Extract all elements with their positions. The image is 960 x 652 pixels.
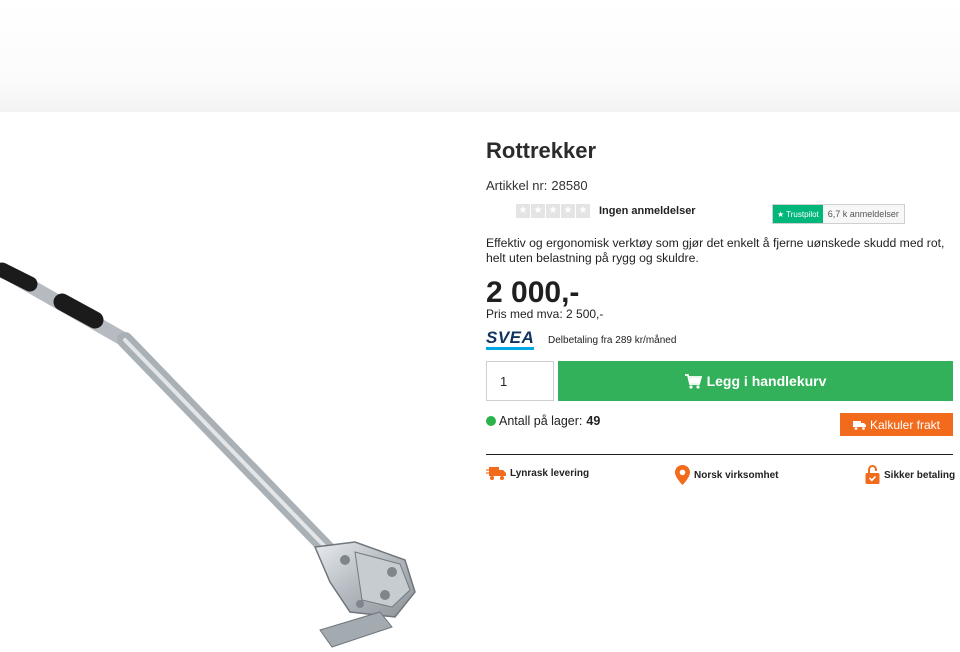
svea-logo: SVEA bbox=[486, 329, 536, 351]
svea-underline bbox=[486, 347, 534, 350]
stock-label: Antall på lager: bbox=[499, 414, 583, 428]
trustpilot-label: Trustpilot bbox=[786, 209, 819, 219]
sku-label: Artikkel nr: bbox=[486, 178, 548, 193]
rating-stars[interactable]: ★ ★ ★ ★ ★ bbox=[516, 204, 590, 218]
usp-label: Norsk virksomhet bbox=[694, 469, 779, 481]
calculate-freight-button[interactable]: Kalkuler frakt bbox=[840, 413, 953, 436]
stock-value: 49 bbox=[586, 414, 601, 428]
quantity-input[interactable] bbox=[486, 361, 554, 401]
cart-icon bbox=[684, 373, 702, 389]
stock-info: Antall på lager: 49 bbox=[499, 414, 600, 428]
product-image bbox=[0, 262, 416, 648]
product-description: Effektiv og ergonomisk verktøy som gjør … bbox=[486, 236, 945, 265]
add-to-cart-label: Legg i handlekurv bbox=[706, 373, 827, 389]
trustpilot-badge[interactable]: ★ Trustpilot 6,7 k anmeldelser bbox=[772, 204, 905, 224]
star-icon: ★ bbox=[576, 204, 590, 218]
sku-value: 28580 bbox=[551, 178, 588, 193]
divider bbox=[486, 454, 953, 455]
svea-wordmark: SVEA bbox=[486, 328, 535, 347]
trustpilot-star-icon: ★ bbox=[777, 209, 785, 219]
freight-label: Kalkuler frakt bbox=[869, 417, 941, 432]
usp-norwegian-company: Norsk virksomhet bbox=[675, 465, 778, 485]
trustpilot-count: 6,7 k anmeldelser bbox=[822, 205, 904, 223]
star-icon: ★ bbox=[531, 204, 545, 218]
installment-info[interactable]: Delbetaling fra 289 kr/måned bbox=[548, 335, 676, 346]
location-pin-icon bbox=[675, 465, 690, 485]
usp-secure-payment: Sikker betaling bbox=[865, 465, 955, 485]
reviews-link[interactable]: Ingen anmeldelser bbox=[599, 205, 696, 217]
star-icon: ★ bbox=[561, 204, 575, 218]
add-to-cart-button[interactable]: Legg i handlekurv bbox=[558, 361, 953, 401]
sku: Artikkel nr: 28580 bbox=[486, 178, 588, 193]
star-icon: ★ bbox=[546, 204, 560, 218]
truck-icon bbox=[486, 467, 506, 480]
price: 2 000,- bbox=[486, 276, 580, 309]
stock-status-dot bbox=[486, 416, 496, 426]
truck-icon bbox=[852, 420, 866, 430]
trustpilot-logo: ★ Trustpilot bbox=[773, 205, 823, 223]
usp-label: Lynrask levering bbox=[510, 467, 590, 479]
star-icon: ★ bbox=[516, 204, 530, 218]
usp-fast-delivery: Lynrask levering bbox=[486, 465, 589, 481]
lock-icon bbox=[865, 465, 880, 484]
product-title: Rottrekker bbox=[486, 138, 597, 163]
header-area bbox=[0, 0, 960, 112]
price-incl-vat: Pris med mva: 2 500,- bbox=[486, 307, 604, 321]
usp-label: Sikker betaling bbox=[884, 469, 956, 481]
